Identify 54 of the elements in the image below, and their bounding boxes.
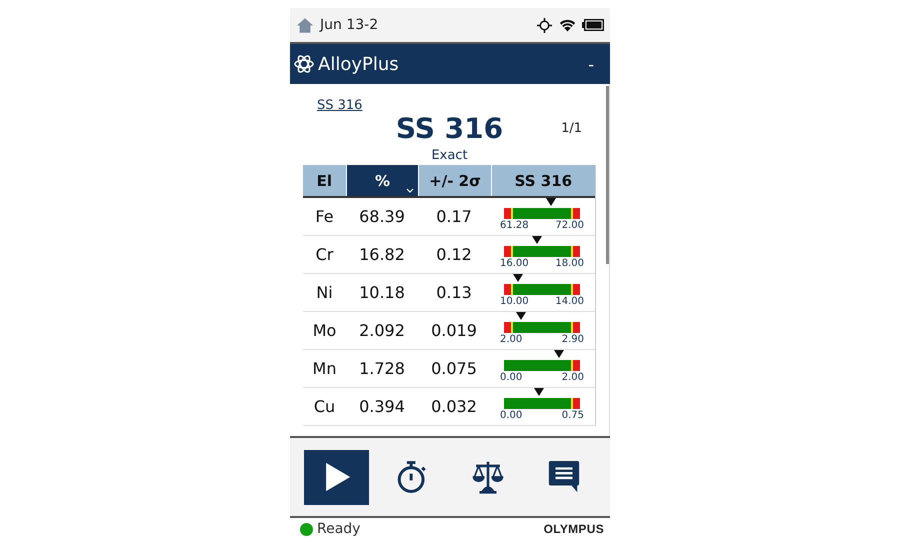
match-count: 1/1: [561, 121, 582, 136]
element-cell-text: Cu: [312, 397, 336, 416]
element-cell-text: Mn: [312, 359, 338, 378]
error-cell-text: 0.019: [430, 321, 478, 340]
range-min: 2.00: [500, 334, 522, 345]
range-min: 10.00: [500, 296, 529, 307]
error-cell-text: 0.032: [430, 397, 478, 416]
scrollbar[interactable]: [606, 86, 609, 264]
file-name: Jun 13-2: [320, 17, 378, 33]
home-icon[interactable]: [296, 16, 314, 34]
range-max: 14.00: [555, 296, 584, 307]
range-max: 2.00: [562, 372, 584, 383]
app-title: AlloyPlus: [318, 54, 399, 74]
status-text: Ready: [317, 521, 360, 537]
error-cell-text: 0.12: [435, 245, 473, 264]
range-max: 0.75: [562, 410, 584, 421]
range-max: 18.00: [555, 258, 584, 269]
percent-cell-text: 0.394: [358, 397, 406, 416]
status-dot: [300, 522, 313, 536]
column-header[interactable]: %: [346, 165, 418, 196]
percent-cell-text: 1.728: [358, 359, 406, 378]
grade-name: SS 316: [396, 113, 504, 145]
range-min: 16.00: [500, 258, 529, 269]
element-cell-text: Fe: [314, 207, 335, 226]
range-max: 72.00: [555, 220, 584, 231]
play-button[interactable]: [304, 450, 368, 504]
column-header[interactable]: SS 316: [492, 165, 595, 196]
crosshair-icon: [536, 18, 553, 32]
error-cell-text: 0.13: [435, 283, 473, 302]
dropdown-icon: [406, 188, 414, 193]
minimize-button[interactable]: -: [580, 54, 602, 74]
battery-icon: [582, 19, 604, 31]
error-cell-text: 0.075: [430, 359, 478, 378]
percent-cell-text: 16.82: [358, 245, 406, 264]
element-cell-text: Mo: [312, 321, 338, 340]
percent-cell-text: 10.18: [358, 283, 406, 302]
element-cell-text: Cr: [314, 245, 334, 264]
atom-icon: [294, 54, 314, 74]
range-min: 61.28: [500, 220, 529, 231]
percent-cell-text: 2.092: [358, 321, 406, 340]
range-max: 2.90: [562, 334, 584, 345]
element-cell-text: Ni: [315, 283, 334, 302]
message-icon: [547, 460, 581, 494]
column-header[interactable]: El: [303, 165, 346, 196]
range-min: 0.00: [500, 372, 522, 383]
scales-icon: [471, 460, 505, 494]
range-min: 0.00: [500, 410, 522, 421]
percent-cell-text: 68.39: [358, 207, 406, 226]
error-cell-text: 0.17: [435, 207, 473, 226]
brand-logo: OLYMPUS: [544, 522, 604, 536]
match-quality: Exact: [430, 147, 469, 165]
grade-link[interactable]: SS 316: [317, 98, 362, 113]
column-header[interactable]: +/- 2σ: [419, 165, 491, 196]
wifi-icon: [559, 18, 576, 32]
